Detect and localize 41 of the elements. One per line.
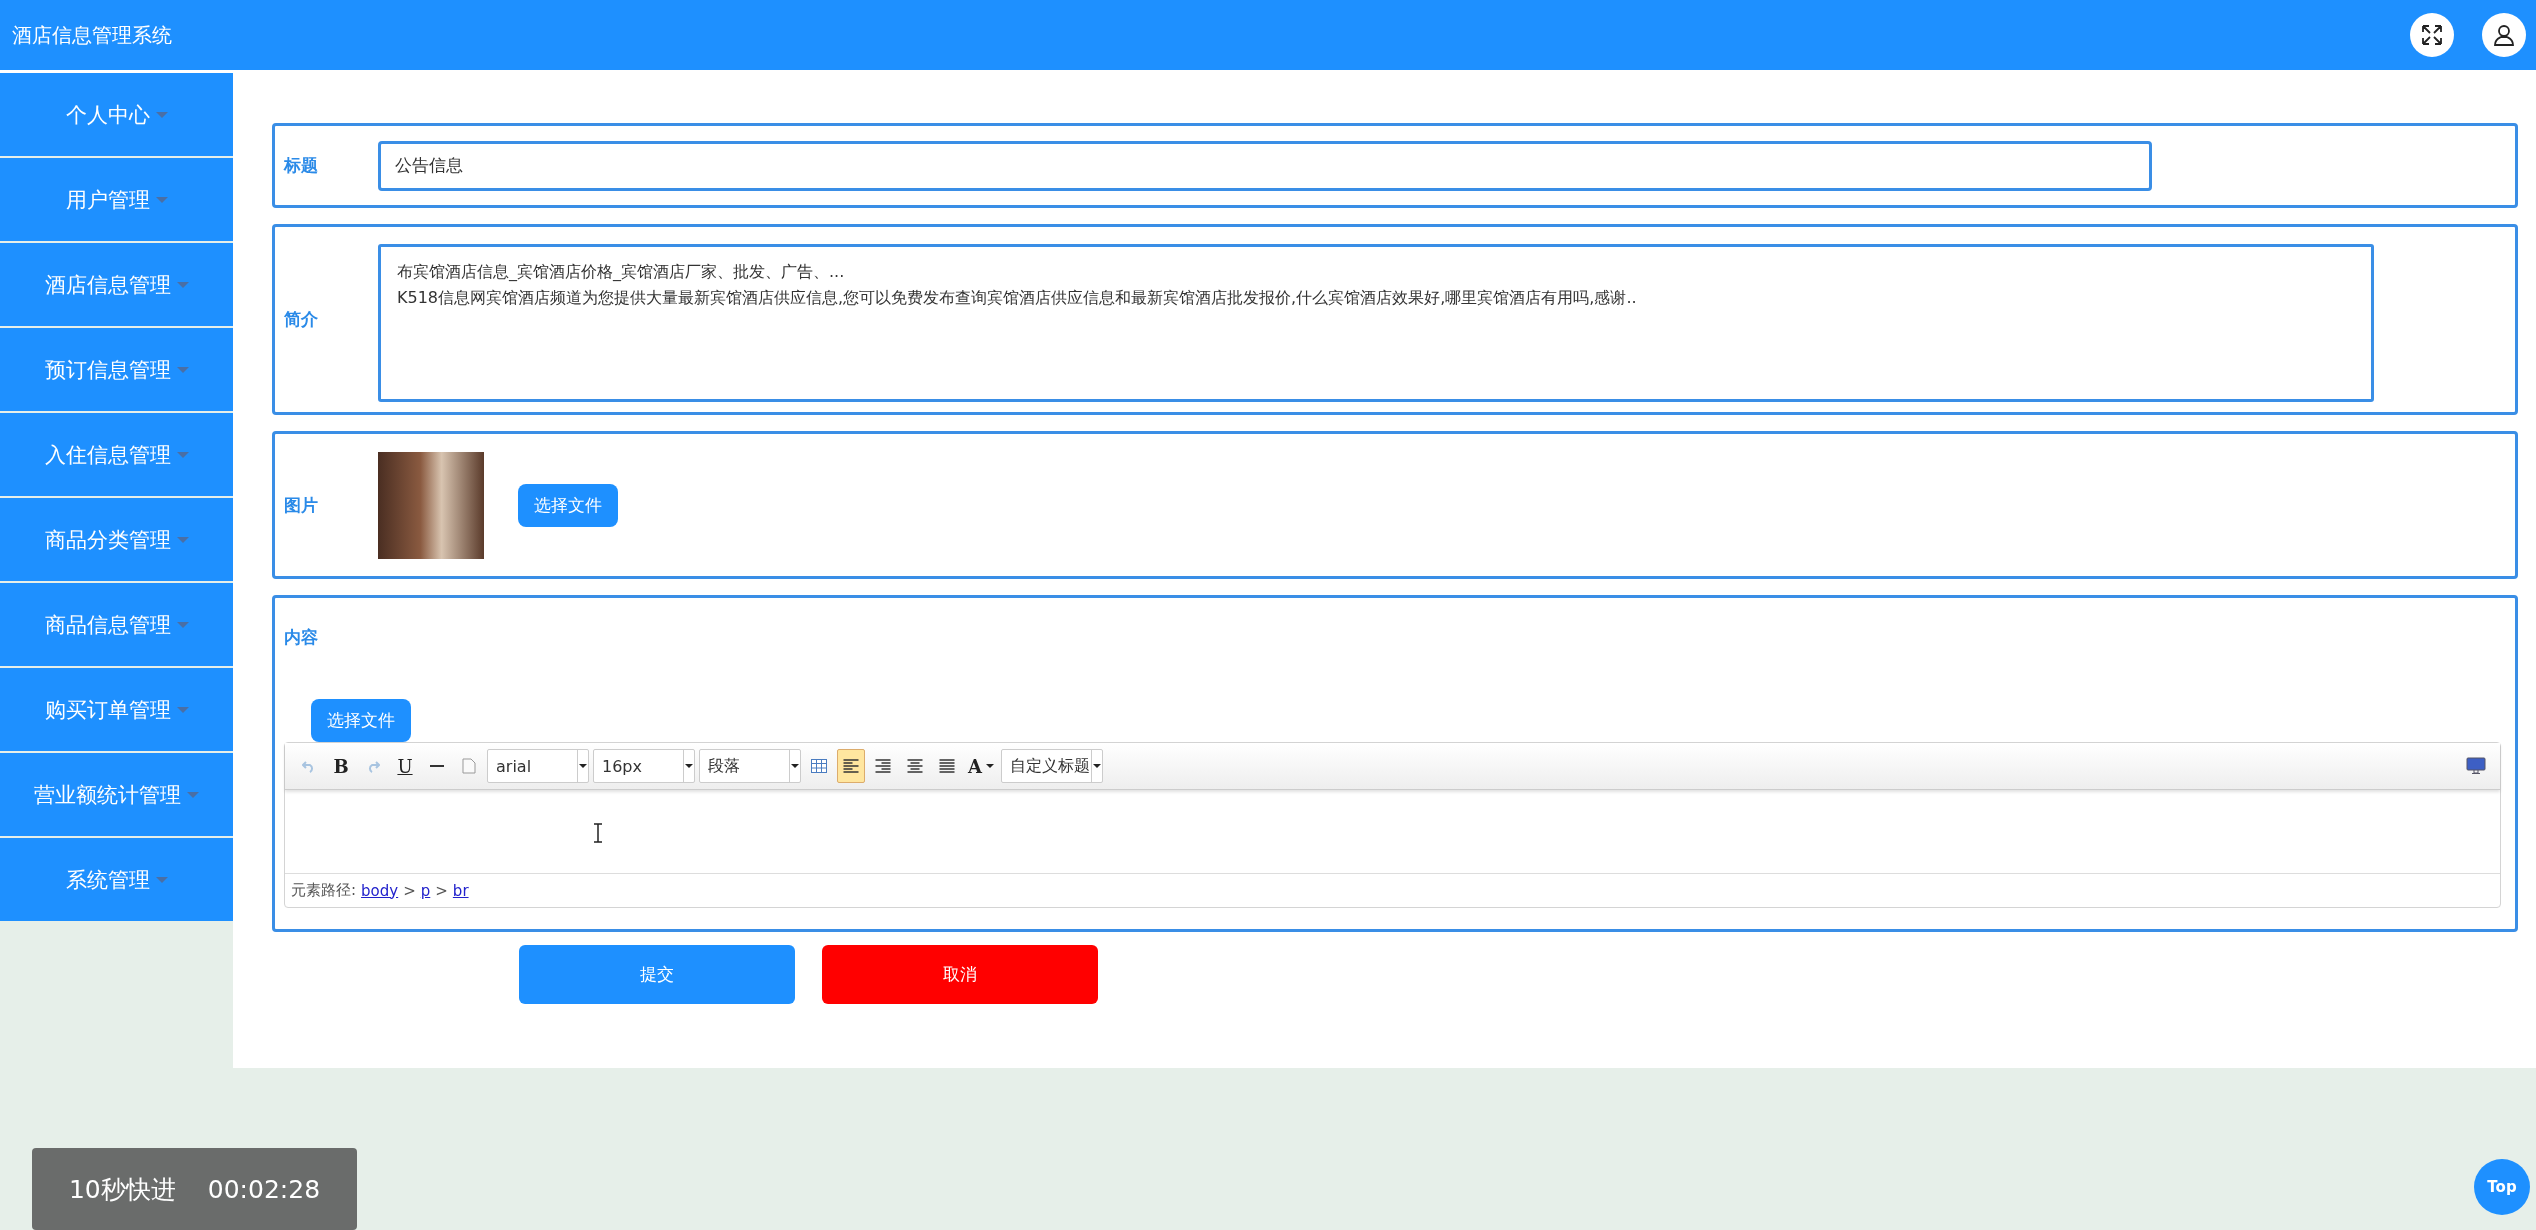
path-separator: > [403,881,416,900]
field-label: 标题 [284,154,319,177]
field-label: 内容 [284,626,319,649]
font-color-button[interactable]: A [965,749,997,783]
back-to-top-button[interactable]: Top [2474,1159,2530,1215]
cancel-button[interactable]: 取消 [822,945,1098,1004]
path-separator: > [435,881,448,900]
toolbar-dropdown[interactable]: 段落 [699,749,801,783]
playback-time: 00:02:28 [207,1174,321,1204]
sidebar-item[interactable]: 购买订单管理 [0,668,233,751]
align-left-icon[interactable] [837,749,865,783]
sidebar-item[interactable]: 系统管理 [0,838,233,921]
app-title: 酒店信息管理系统 [12,21,172,49]
title-input[interactable]: 公告信息 [378,140,2152,191]
sidebar-item[interactable]: 营业额统计管理 [0,753,233,836]
submit-button[interactable]: 提交 [519,945,795,1004]
element-path-link[interactable]: p [420,881,431,900]
sidebar-item[interactable]: 用户管理 [0,158,233,241]
intro-textarea[interactable]: 布宾馆酒店信息_宾馆酒店价格_宾馆酒店厂家、批发、广告、... K518信息网宾馆酒店频道为您提供大量最新宾馆酒店供应信息,您可以免费发布查询宾馆酒店供应信息和最新宾馆酒店批发报价,什么宾馆酒店效果好,哪里宾馆酒店有用吗,感谢.. [378,243,2374,402]
toolbar-dropdown[interactable]: arial [487,749,589,783]
sidebar-item[interactable]: 酒店信息管理 [0,243,233,326]
sidebar-item[interactable]: 商品信息管理 [0,583,233,666]
sidebar-item[interactable]: 个人中心 [0,73,233,156]
sidebar-item[interactable]: 预订信息管理 [0,328,233,411]
bold-button[interactable]: B [327,749,355,783]
element-path-link[interactable]: br [452,881,469,900]
element-path-label: 元素路径: [291,881,357,900]
element-path-link[interactable]: body [361,881,399,900]
field-label: 简介 [284,308,319,331]
field-label: 图片 [284,493,319,517]
underline-button[interactable]: U [391,749,419,783]
choose-file-button[interactable]: 选择文件 [311,699,411,742]
sidebar-item[interactable]: 商品分类管理 [0,498,233,581]
toolbar-dropdown[interactable]: 自定义标题 [1000,749,1103,783]
choose-file-button[interactable]: 选择文件 [518,483,618,527]
user-icon[interactable] [2482,13,2526,57]
fullscreen-icon[interactable] [2410,13,2454,57]
toolbar-dropdown[interactable]: 16px [593,749,695,783]
sidebar-item[interactable]: 入住信息管理 [0,413,233,496]
text-cursor-icon [593,823,603,843]
skip-label[interactable]: 10秒快进 [68,1172,176,1206]
